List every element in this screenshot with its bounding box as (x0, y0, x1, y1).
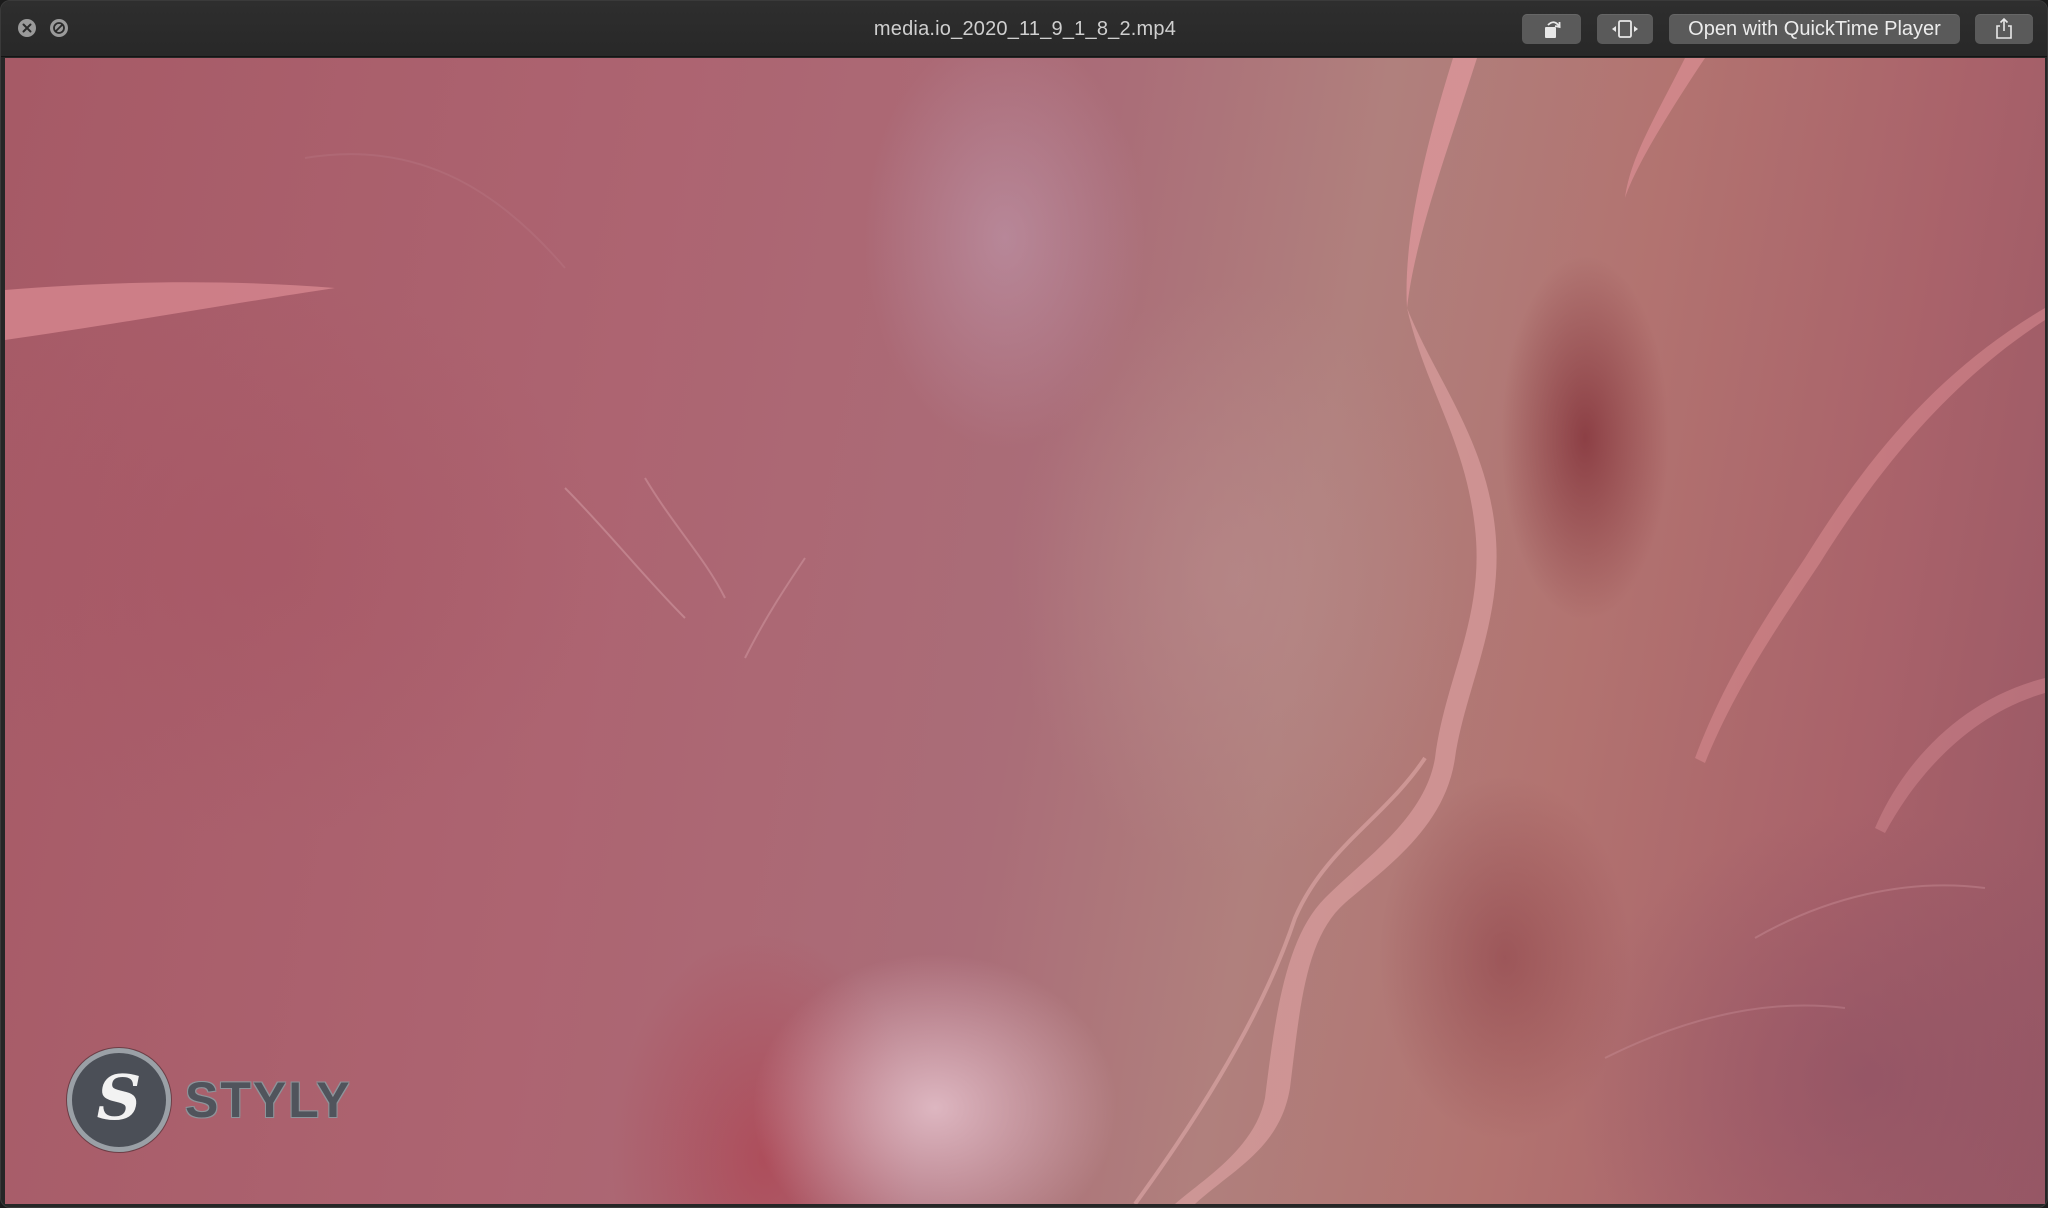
video-frame-art (5, 58, 2045, 1204)
quick-look-window: media.io_2020_11_9_1_8_2.mp4 Open with Q… (0, 0, 2048, 1208)
open-with-quicktime-button[interactable]: Open with QuickTime Player (1669, 14, 1960, 44)
fullscreen-disabled-button[interactable] (50, 19, 68, 37)
styly-logo-letter: S (96, 1061, 142, 1134)
styly-logo-badge: S (67, 1048, 171, 1152)
close-icon (22, 23, 32, 33)
video-preview[interactable]: S STYLY (5, 58, 2045, 1204)
title-bar[interactable]: media.io_2020_11_9_1_8_2.mp4 Open with Q… (1, 1, 2047, 57)
styly-logo-wordmark: STYLY (185, 1072, 352, 1128)
rotate-left-icon (1544, 21, 1561, 38)
styly-logo: S STYLY (67, 1046, 352, 1154)
rotate-button[interactable] (1522, 14, 1581, 44)
share-icon (1996, 17, 2012, 39)
no-entry-icon (53, 22, 65, 34)
trim-icon (1612, 20, 1638, 38)
trim-button[interactable] (1597, 14, 1653, 44)
share-button[interactable] (1975, 14, 2033, 44)
close-button[interactable] (18, 19, 36, 37)
